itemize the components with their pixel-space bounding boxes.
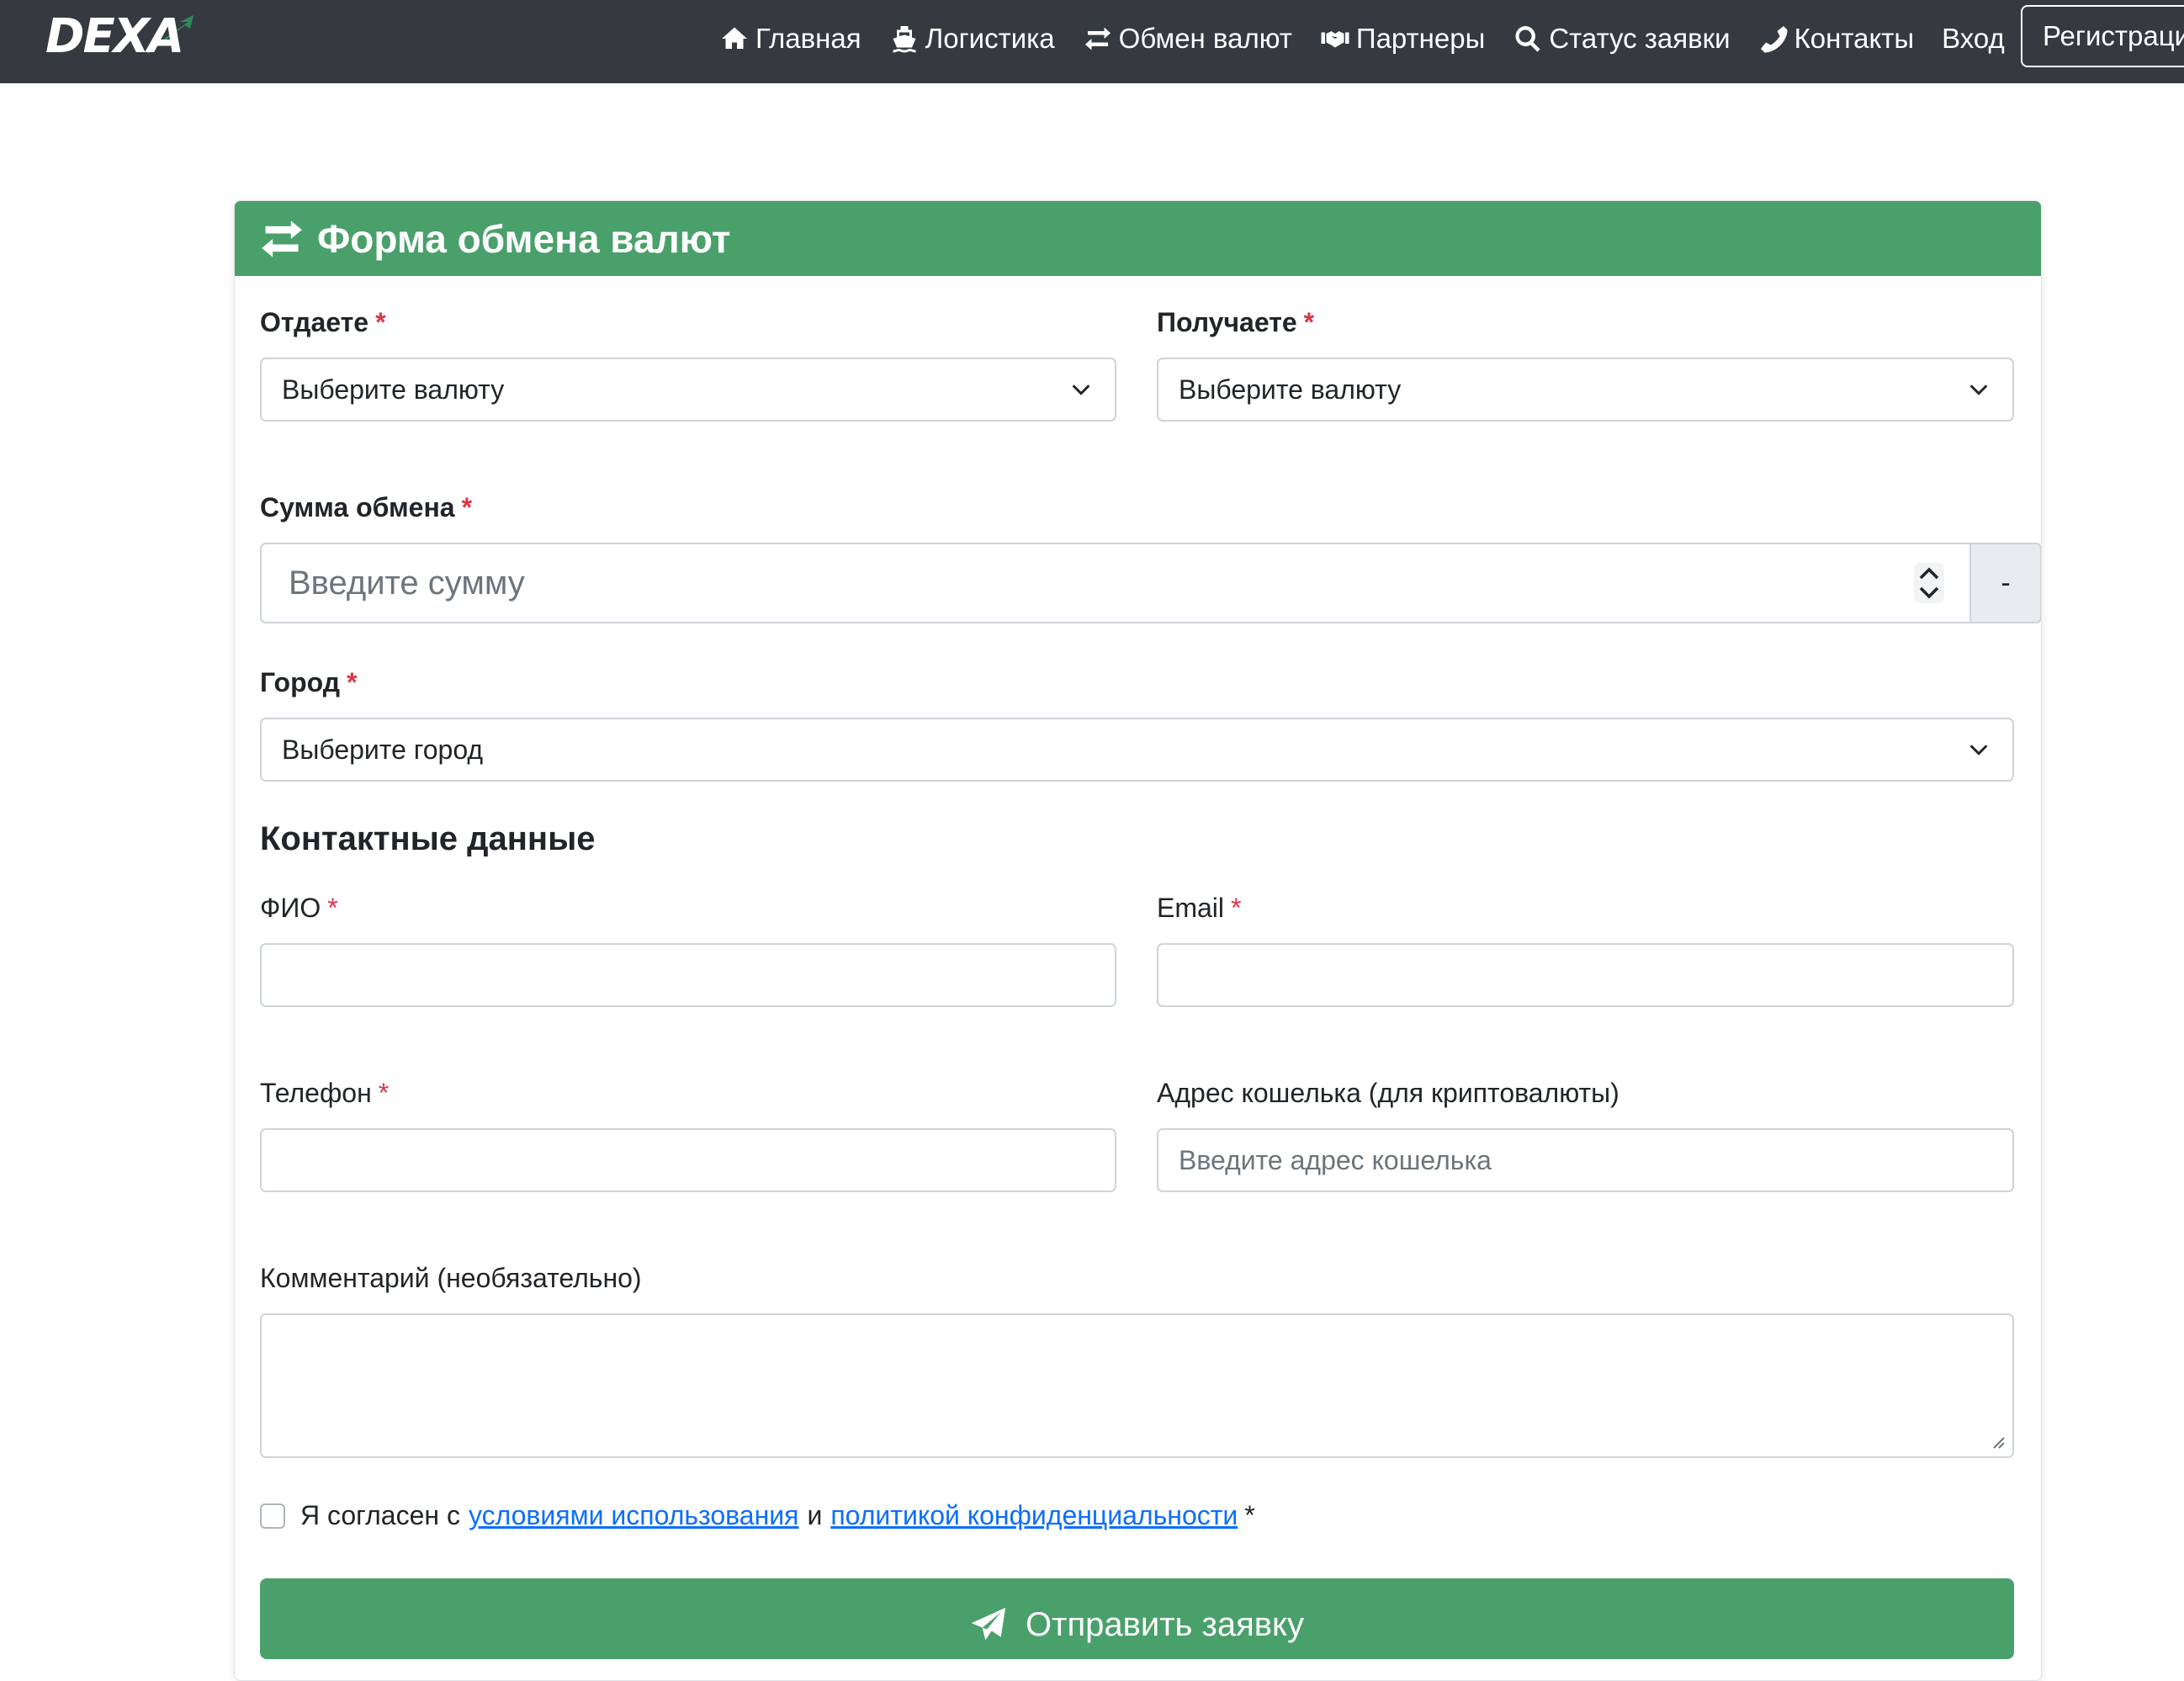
ship-icon	[893, 26, 916, 53]
agree-checkbox[interactable]	[260, 1503, 285, 1529]
nav-item-label: Вход	[1942, 23, 2005, 54]
nav-item-label: Партнеры	[1355, 23, 1486, 54]
comment-label: Комментарий (необязательно)	[260, 1263, 642, 1293]
nav-item-label: Главная	[755, 23, 861, 54]
required-mark: *	[347, 667, 358, 697]
exchange-icon	[1084, 27, 1111, 50]
give-currency-select[interactable]: Выберите валюту	[260, 358, 1116, 422]
email-input[interactable]	[1157, 943, 2014, 1007]
chevron-down-icon	[1072, 384, 1090, 395]
agree-terms-row: Я согласен с условиями использования и п…	[260, 1500, 1255, 1531]
receive-currency-select[interactable]: Выберите валюту	[1157, 358, 2014, 422]
comment-textarea[interactable]	[260, 1313, 2014, 1458]
amount-label-text: Сумма обмена	[260, 492, 455, 522]
give-label-text: Отдаете	[260, 307, 369, 337]
wallet-label: Адрес кошелька (для криптовалюты)	[1157, 1078, 1619, 1108]
phone-label: Телефон *	[260, 1078, 389, 1109]
wallet-placeholder: Введите адрес кошелька	[1179, 1144, 1492, 1175]
amount-currency-addon: -	[1969, 543, 2041, 623]
fio-input[interactable]	[260, 943, 1116, 1007]
phone-input[interactable]	[260, 1128, 1116, 1192]
give-currency-value: Выберите валюту	[282, 374, 505, 405]
top-navbar: DEXA Главная Логистика Обмен валют Партн…	[0, 0, 2184, 83]
amount-input[interactable]: Введите сумму	[260, 543, 1971, 623]
receive-label: Получаете *	[1157, 307, 1314, 338]
receive-label-text: Получаете	[1157, 307, 1297, 337]
chevron-down-icon	[1969, 384, 1988, 395]
receive-currency-value: Выберите валюту	[1179, 374, 1402, 405]
agree-conjunction: и	[807, 1500, 823, 1530]
required-mark: *	[1231, 893, 1242, 923]
city-select[interactable]: Выберите город	[260, 718, 2014, 782]
fio-label-text: ФИО	[260, 893, 321, 923]
fio-label: ФИО *	[260, 893, 338, 924]
nav-item-contacts[interactable]: Контакты	[1758, 23, 1915, 55]
terms-link[interactable]: условиями использования	[469, 1500, 799, 1531]
chevron-down-icon	[1969, 745, 1988, 756]
nav-item-label: Обмен валют	[1118, 23, 1292, 54]
register-button[interactable]: Регистрация	[2021, 5, 2184, 67]
register-label: Регистрация	[2043, 20, 2184, 51]
required-mark: *	[461, 492, 473, 522]
amount-placeholder: Введите сумму	[289, 564, 525, 602]
agree-prefix: Я согласен с	[300, 1500, 460, 1530]
logo-text: DEXA	[45, 10, 183, 62]
nav-item-partners[interactable]: Партнеры	[1320, 23, 1485, 55]
required-mark: *	[1303, 307, 1315, 337]
amount-label: Сумма обмена *	[260, 492, 472, 523]
nav-item-logistics[interactable]: Логистика	[889, 23, 1055, 55]
exchange-form-card: Форма обмена валют Отдаете * Выберите вал…	[234, 200, 2042, 1681]
nav-item-label: Логистика	[925, 23, 1055, 54]
exchange-icon	[262, 220, 302, 257]
city-label: Город *	[260, 667, 358, 698]
required-mark: *	[378, 1078, 390, 1108]
handshake-icon	[1321, 31, 1349, 48]
email-label-text: Email	[1157, 893, 1225, 923]
home-icon	[722, 27, 747, 49]
nav-item-login[interactable]: Вход	[1942, 23, 2005, 55]
phone-label-text: Телефон	[260, 1078, 372, 1108]
wallet-address-input[interactable]: Введите адрес кошелька	[1157, 1128, 2014, 1192]
submit-button[interactable]: Отправить заявку	[260, 1578, 2014, 1659]
search-icon	[1515, 26, 1540, 52]
nav-item-exchange[interactable]: Обмен валют	[1083, 23, 1292, 55]
email-label: Email *	[1157, 893, 1241, 924]
dexa-logo[interactable]: DEXA	[45, 10, 239, 62]
form-title: Форма обмена валют	[317, 216, 731, 261]
required-mark: *	[1244, 1500, 1255, 1530]
required-mark: *	[327, 893, 338, 923]
nav-links: Главная Логистика Обмен валют Партнеры С…	[719, 0, 2033, 77]
submit-label: Отправить заявку	[1026, 1605, 1304, 1643]
resize-grip-icon[interactable]	[1989, 1433, 2006, 1450]
contacts-section-title: Контактные данные	[260, 820, 596, 857]
phone-icon	[1760, 26, 1788, 53]
city-value: Выберите город	[282, 734, 484, 765]
privacy-link[interactable]: политикой конфиденциальности	[830, 1500, 1238, 1531]
nav-item-label: Статус заявки	[1549, 23, 1731, 54]
nav-item-status[interactable]: Статус заявки	[1513, 23, 1731, 55]
card-header: Форма обмена валют	[235, 201, 2041, 276]
number-spinner-icon[interactable]	[1914, 563, 1944, 603]
required-mark: *	[375, 307, 386, 337]
give-label: Отдаете *	[260, 307, 386, 338]
paper-plane-icon	[971, 1607, 1006, 1641]
amount-input-group: Введите сумму -	[260, 543, 2041, 623]
city-label-text: Город	[260, 667, 341, 697]
nav-item-home[interactable]: Главная	[719, 23, 861, 55]
nav-item-label: Контакты	[1794, 23, 1915, 54]
